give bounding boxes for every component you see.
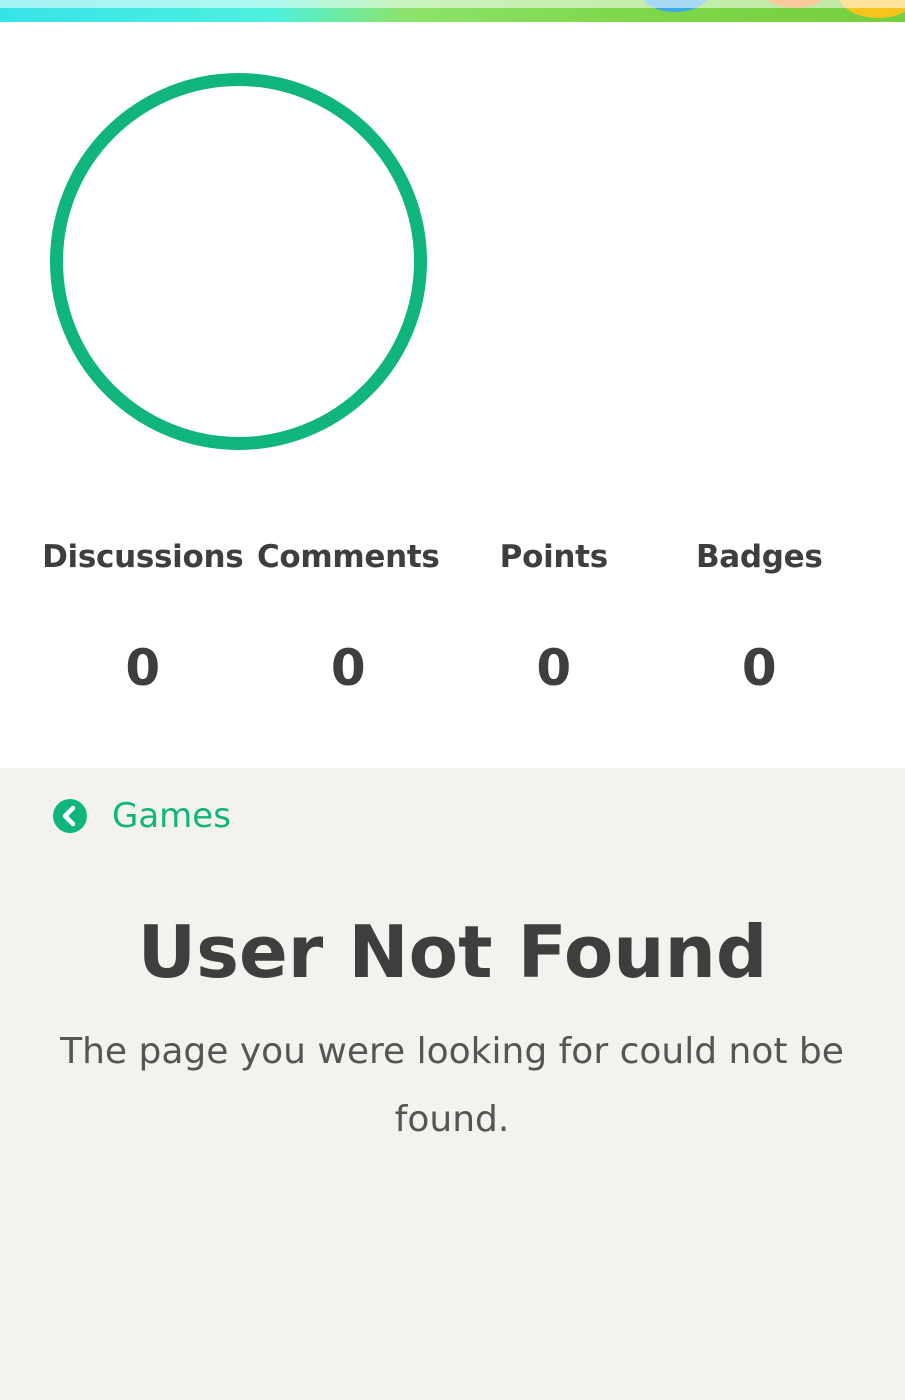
stat-points: Points 0: [451, 532, 657, 696]
profile-stats: Discussions 0 Comments 0 Points 0 Badges…: [40, 532, 862, 696]
stat-value: 0: [741, 639, 777, 697]
stat-value: 0: [125, 639, 161, 697]
error-message: The page you were looking for could not …: [60, 1031, 844, 1140]
stat-badges: Badges 0: [657, 532, 863, 696]
stat-label: Points: [499, 539, 608, 575]
stat-value: 0: [536, 639, 572, 697]
stat-label: Badges: [695, 539, 823, 575]
stat-discussions: Discussions 0: [40, 532, 246, 696]
breadcrumb-label: Games: [112, 796, 231, 836]
banner-shade: [0, 0, 905, 8]
top-banner-image: [0, 0, 905, 22]
profile-header: Discussions 0 Comments 0 Points 0 Badges…: [0, 22, 905, 768]
stat-label: Discussions: [42, 539, 244, 575]
chevron-left-circle-icon: [52, 798, 88, 834]
avatar: [50, 73, 427, 450]
stat-comments: Comments 0: [246, 532, 452, 696]
stat-value: 0: [330, 639, 366, 697]
page-title: User Not Found: [137, 910, 768, 994]
breadcrumb-back-link[interactable]: Games: [52, 796, 231, 836]
stat-label: Comments: [256, 539, 440, 575]
main-content: Games User Not Found The page you were l…: [0, 768, 905, 1400]
